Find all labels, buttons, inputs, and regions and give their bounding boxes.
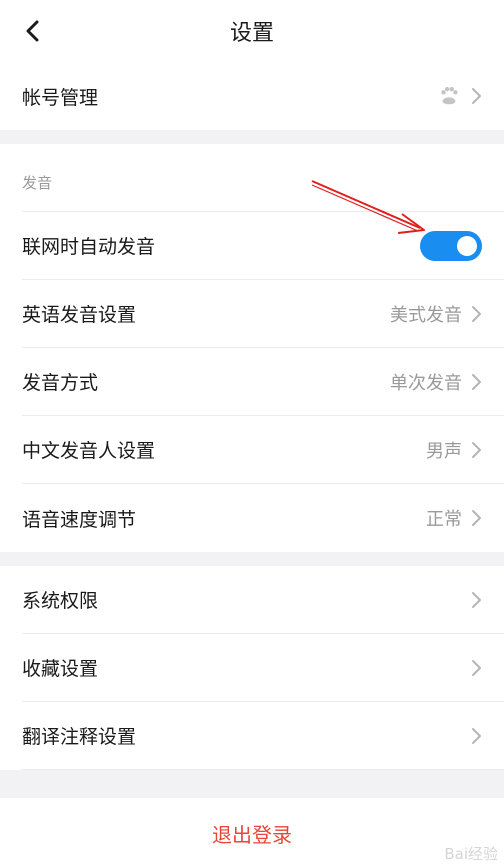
row-label: 中文发音人设置 <box>22 440 156 462</box>
other-section: 系统权限 收藏设置 翻译注释设置 <box>0 566 504 770</box>
translation-notes-row[interactable]: 翻译注释设置 <box>22 702 504 770</box>
row-label: 收藏设置 <box>22 658 99 680</box>
account-management-label: 帐号管理 <box>22 86 99 109</box>
toggle-knob <box>457 235 477 256</box>
chevron-right-icon <box>472 305 481 322</box>
chevron-right-icon <box>472 441 481 458</box>
english-pronunciation-row[interactable]: 英语发音设置 美式发音 <box>22 280 504 348</box>
row-value: 美式发音 <box>390 304 462 326</box>
pronunciation-section: 发音 联网时自动发音 英语发音设置 美式发音 发音方式 单次发音 中文发音人设置… <box>0 144 504 552</box>
chevron-right-icon <box>472 591 481 608</box>
page-title: 设置 <box>229 21 274 46</box>
pronunciation-mode-row[interactable]: 发音方式 单次发音 <box>22 348 504 416</box>
row-label: 发音方式 <box>22 372 99 394</box>
baidu-paw-icon <box>441 86 458 105</box>
chevron-right-icon <box>472 659 481 676</box>
logout-section: 退出登录 <box>0 798 504 868</box>
chinese-voice-row[interactable]: 中文发音人设置 男声 <box>22 416 504 484</box>
row-label: 翻译注释设置 <box>22 726 137 748</box>
auto-play-row: 联网时自动发音 <box>22 212 504 280</box>
chevron-right-icon <box>472 88 481 104</box>
section-gap <box>0 130 504 144</box>
account-section: 帐号管理 <box>0 62 504 130</box>
watermark: Bai经验 <box>444 845 498 863</box>
auto-play-label: 联网时自动发音 <box>22 236 156 258</box>
back-arrow-icon <box>26 20 39 42</box>
logout-button[interactable]: 退出登录 <box>0 798 504 868</box>
row-value: 正常 <box>426 509 462 530</box>
auto-play-toggle[interactable] <box>420 230 482 261</box>
section-gap <box>0 552 504 566</box>
favorites-settings-row[interactable]: 收藏设置 <box>22 634 504 702</box>
row-value: 男声 <box>426 440 462 462</box>
row-label: 英语发音设置 <box>22 304 137 326</box>
row-label: 系统权限 <box>22 590 99 612</box>
section-header: 发音 <box>22 144 504 212</box>
speech-speed-row[interactable]: 语音速度调节 正常 <box>22 484 504 552</box>
chevron-right-icon <box>472 727 481 744</box>
account-management-row[interactable]: 帐号管理 <box>22 62 504 130</box>
row-label: 语音速度调节 <box>22 508 137 531</box>
system-permissions-row[interactable]: 系统权限 <box>22 566 504 634</box>
chevron-right-icon <box>472 373 481 390</box>
top-bar: 设置 <box>0 0 504 62</box>
back-button[interactable] <box>14 12 50 50</box>
row-value: 单次发音 <box>390 372 462 394</box>
chevron-right-icon <box>472 510 481 526</box>
